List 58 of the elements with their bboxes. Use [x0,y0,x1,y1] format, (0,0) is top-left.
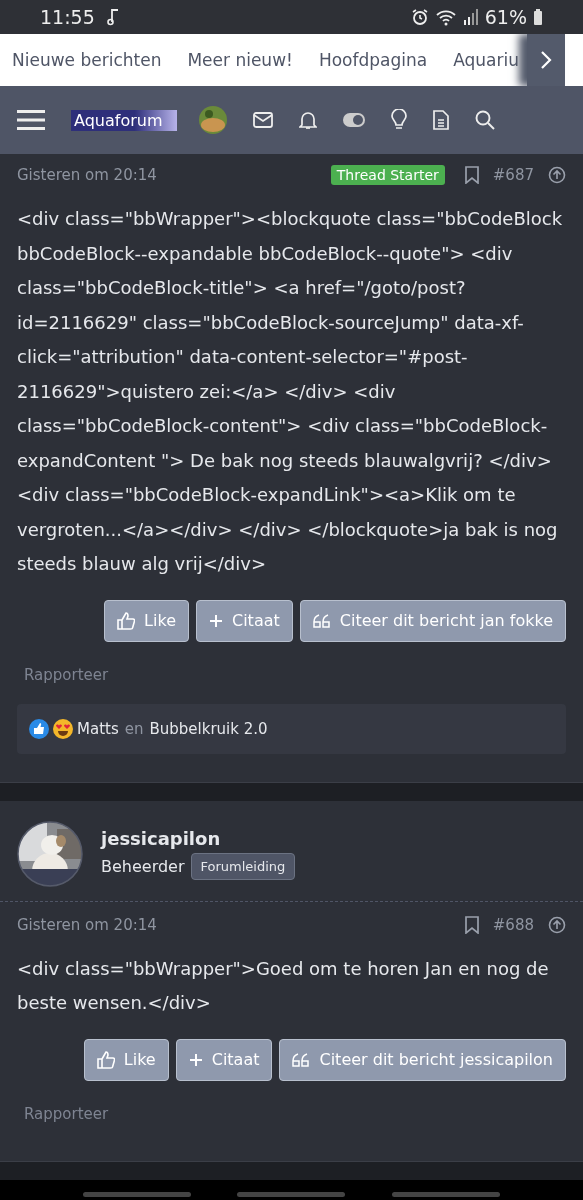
thumbs-up-icon [117,611,136,630]
nav-tab[interactable]: Aquariu [453,50,519,70]
post-text: <div class="bbWrapper"><blockquote class="bbCodeBlock bbCodeBlock--expandable bbCodeBlock--quote"> <div class="bbCodeBlock-title"> <a href="/goto/post?id=2116629" class="bbCodeBlock-sourceJump" data-xf-click="attribution" data-content-selector="#post-2116629">quistero zei:</a> </div> <div class="bbCodeBlock-content"> <div class="bbCodeBlock-expandContent "> De bak nog steeds blauwalgvrij? </div> <div class="bbCodeBlock-expandLink"><a>Klik om te vergroten...</a></div> </div> </blockquote>ja bak is nog steeds blauw alg vrij</div> [17,207,564,576]
toggle-icon[interactable] [342,113,365,127]
quote-button[interactable]: Citeer dit bericht jessicapilon [279,1038,566,1081]
lightbulb-icon[interactable] [390,109,407,131]
arrow-up-circle-icon[interactable] [548,166,566,184]
nav-handle[interactable] [237,1192,346,1197]
document-icon[interactable] [432,110,449,130]
music-note-icon [106,8,121,26]
report-link[interactable]: Rapporteer [24,1104,566,1123]
plus-icon [209,613,223,628]
scroll-right-button[interactable] [527,34,565,86]
site-logo[interactable]: Aquaforum [71,109,177,131]
alarm-icon [410,8,429,26]
heart-eyes-emoji-icon [52,717,74,740]
clock-time: 11:55 [40,6,95,28]
user-avatar[interactable] [198,106,227,134]
nav-handle[interactable] [83,1192,192,1197]
nav-tab[interactable]: Nieuwe berichten [12,50,162,70]
like-button[interactable]: Like [83,1038,169,1081]
mail-icon[interactable] [252,112,273,128]
user-tag: Forumleiding [190,852,296,880]
quote-marks-icon [292,1052,311,1067]
post-date[interactable]: Gisteren om 20:14 [17,915,157,934]
bookmark-icon[interactable] [464,915,479,934]
battery-percentage: 61% [484,6,527,28]
add-quote-button[interactable]: Citaat [175,1038,273,1081]
thumbs-up-icon [96,1050,115,1069]
bookmark-icon[interactable] [464,166,479,184]
reaction-user[interactable]: Matts [77,719,119,738]
wifi-icon [434,8,457,26]
nav-handle[interactable] [391,1192,500,1197]
quote-marks-icon [312,613,331,628]
post-number[interactable]: #688 [492,915,534,934]
post-number[interactable]: #687 [492,166,534,184]
bell-icon[interactable] [298,110,317,130]
thread-starter-badge: Thread Starter [330,165,445,185]
search-icon[interactable] [474,110,495,130]
conjunction-text: en [124,719,144,738]
signal-icon [462,8,479,26]
user-role: Beheerder [101,856,185,876]
nav-tab[interactable]: Meer nieuw! [187,50,293,70]
username[interactable]: jessicapilon [101,827,296,849]
post-date[interactable]: Gisteren om 20:14 [17,166,157,184]
post-text: <div class="bbWrapper">Goed om te horen Jan en nog de beste wensen.</div> [17,956,550,1015]
report-link[interactable]: Rapporteer [24,665,566,684]
like-reaction-icon [29,718,49,739]
nav-tab[interactable]: Hoofdpagina [318,50,428,70]
quote-button[interactable]: Citeer dit bericht jan fokke [299,599,566,642]
plus-icon [188,1052,203,1067]
arrow-up-circle-icon[interactable] [548,915,566,934]
add-quote-button[interactable]: Citaat [196,599,293,642]
battery-icon [533,8,543,26]
reaction-user[interactable]: Bubbelkruik 2.0 [149,719,268,738]
menu-icon[interactable] [17,109,45,131]
chevron-right-icon [539,49,553,71]
like-button[interactable]: Like [104,599,189,642]
